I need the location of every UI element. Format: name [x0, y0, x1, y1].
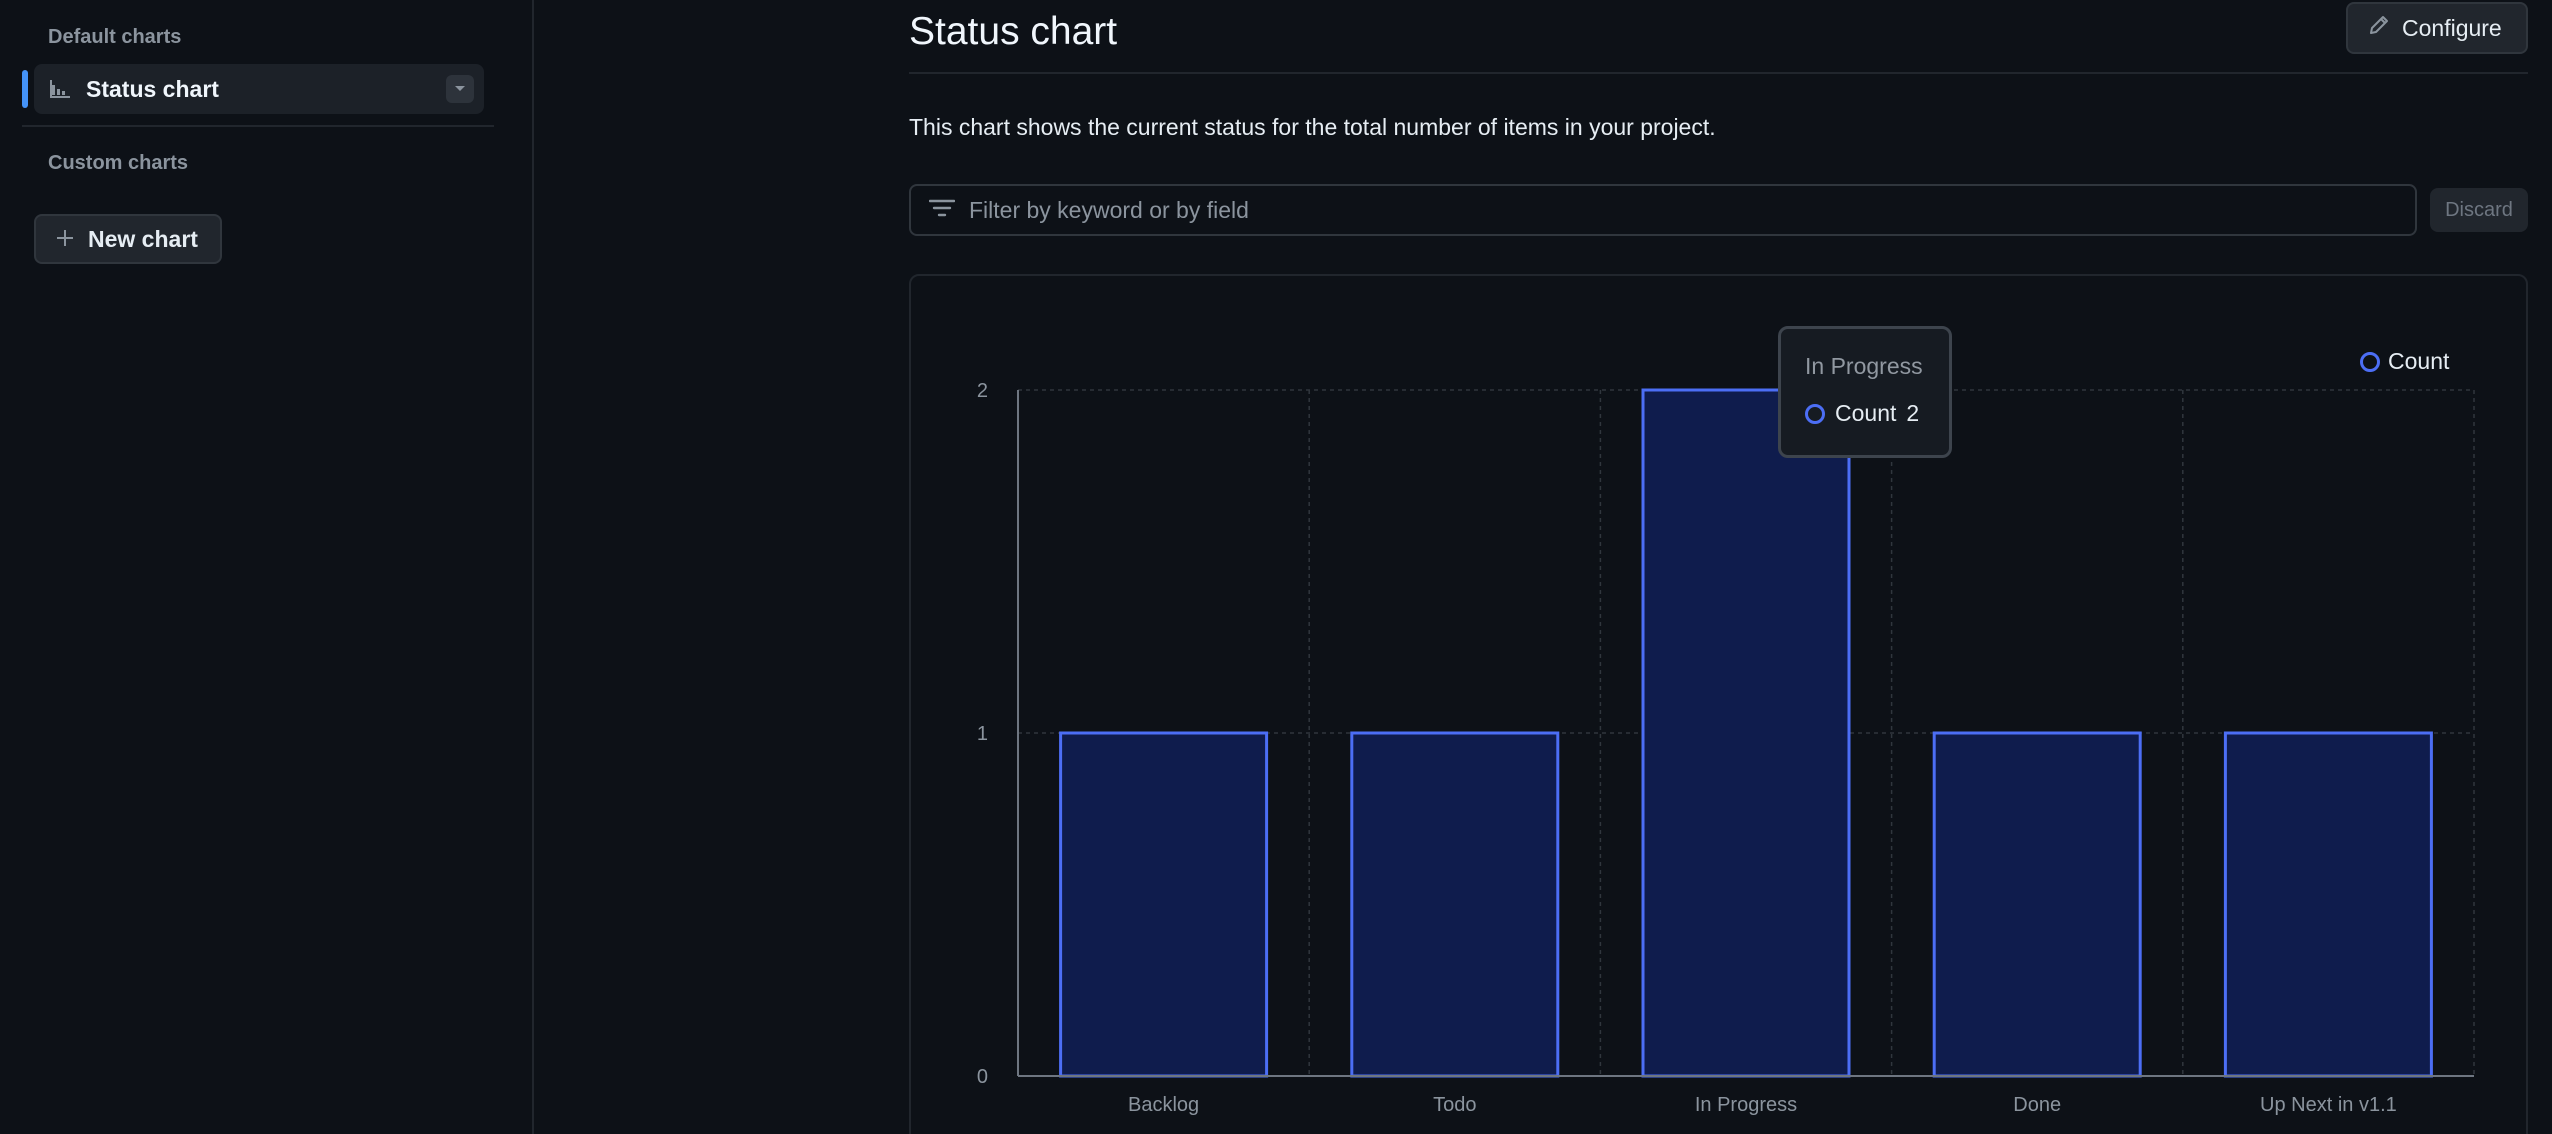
legend-marker	[2360, 351, 2380, 372]
bar	[1932, 731, 2142, 1078]
chart-legend[interactable]: Count	[2360, 348, 2449, 375]
bar	[2223, 731, 2433, 1078]
x-tick-label: In Progress	[1695, 1094, 1797, 1116]
x-tick-label: Backlog	[1128, 1094, 1199, 1116]
y-tick-label: 1	[977, 723, 988, 745]
bar	[1059, 731, 1269, 1078]
x-tick-label: Up Next in v1.1	[2260, 1094, 2397, 1116]
tooltip-row: Count 2	[1805, 400, 1949, 427]
tooltip-value: 2	[1906, 400, 1920, 426]
tooltip-title: In Progress	[1805, 353, 1923, 379]
bar	[1350, 731, 1560, 1078]
y-tick-label: 0	[977, 1066, 988, 1088]
legend-label: Count	[2388, 348, 2450, 374]
bar-chart: 0 1 2 Backlog Todo In Progress Done Up Next in …	[977, 380, 2475, 1116]
y-tick-label: 2	[977, 380, 988, 402]
tooltip-marker	[1805, 403, 1825, 424]
chart-tooltip: In Progress Count 2	[1778, 326, 1952, 458]
x-tick-label: Done	[2013, 1094, 2061, 1116]
tooltip-series: Count	[1835, 400, 1897, 426]
app-root: Default charts Status chart Custom chart…	[0, 0, 2552, 1134]
x-tick-label: Todo	[1433, 1094, 1476, 1116]
bar	[1641, 388, 1851, 1078]
